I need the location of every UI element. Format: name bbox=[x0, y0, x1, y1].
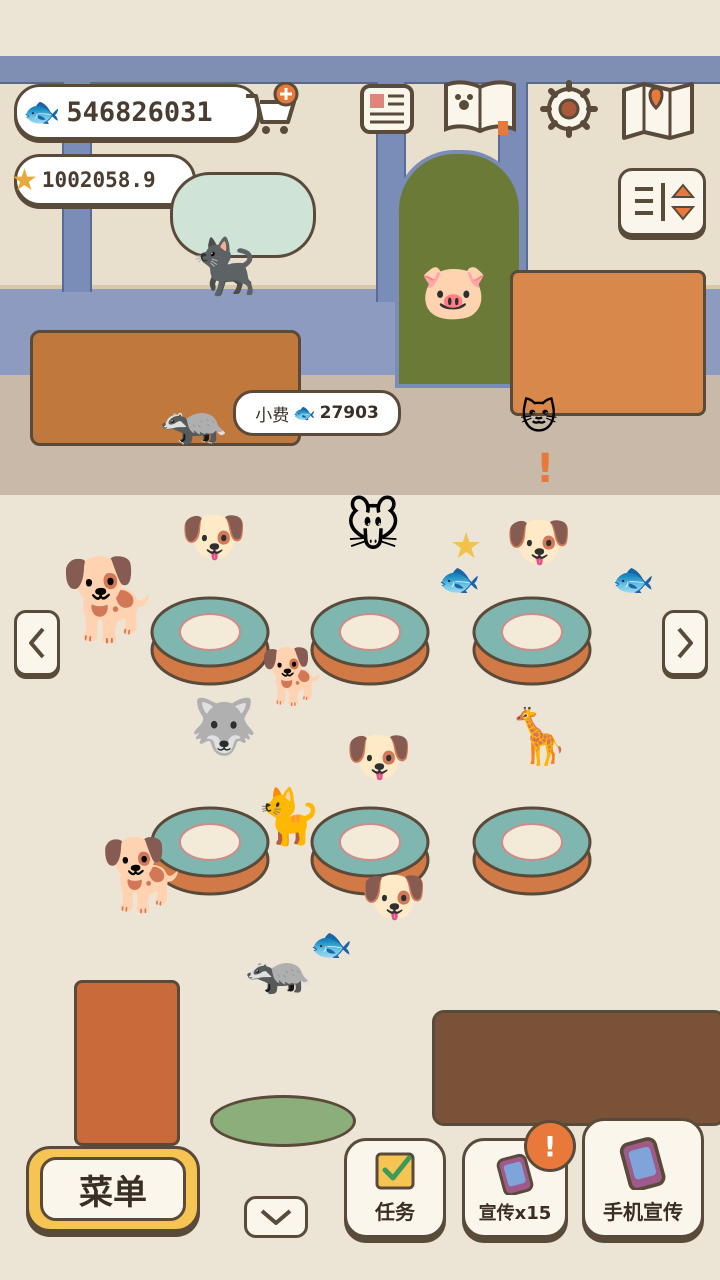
filter-toggle-button[interactable] bbox=[618, 168, 706, 236]
dining-table[interactable] bbox=[150, 590, 270, 690]
tip-bubble[interactable]: 小费 🐟 27903 bbox=[233, 390, 401, 436]
menu-button[interactable]: 菜单 bbox=[26, 1146, 200, 1232]
add-fish-button[interactable] bbox=[240, 82, 300, 138]
promo-label: 宣传x15 bbox=[478, 1203, 552, 1224]
badger-customer[interactable]: 🦡 bbox=[245, 940, 312, 994]
settings-gear-icon bbox=[540, 80, 598, 138]
star-icon: ★ bbox=[11, 162, 38, 198]
wolf-customer[interactable]: 🐺 bbox=[190, 700, 257, 754]
scroll-left-arrow[interactable] bbox=[14, 610, 60, 676]
filter-toggle-icon bbox=[635, 183, 696, 221]
newspaper-button[interactable] bbox=[358, 80, 416, 138]
map-button[interactable] bbox=[620, 78, 696, 142]
map-icon bbox=[622, 82, 694, 140]
phone-promo-button[interactable]: 手机宣传 bbox=[582, 1118, 704, 1238]
dog-customer[interactable]: 🐶 bbox=[505, 515, 572, 569]
newspaper-icon bbox=[360, 84, 414, 134]
phone-icon bbox=[619, 1137, 666, 1190]
cat-chef: 🐈‍⬛ bbox=[190, 235, 258, 298]
chevron-right-icon bbox=[677, 627, 693, 659]
dog-customer[interactable]: 🐕 bbox=[260, 650, 327, 704]
dog-customer[interactable]: 🐶 bbox=[360, 870, 427, 924]
cart-plus-icon bbox=[246, 82, 299, 134]
tip-label: 小费 bbox=[255, 405, 290, 426]
cat-toy: 🐱 bbox=[520, 397, 558, 438]
checklist-icon bbox=[375, 1152, 415, 1190]
fish-reward-icon[interactable]: 🐟 bbox=[310, 925, 352, 965]
display-cabinet bbox=[510, 270, 706, 416]
album-icon bbox=[444, 80, 516, 135]
star-reward-icon[interactable]: ★ bbox=[450, 526, 482, 567]
fish-reward-icon[interactable]: 🐟 bbox=[612, 560, 654, 600]
collapse-toggle[interactable] bbox=[244, 1196, 308, 1238]
fish-count: 546826031 bbox=[66, 96, 213, 128]
dog-customer[interactable]: 🐶 bbox=[180, 510, 247, 564]
fluffy-dog-customer[interactable]: 🐕 bbox=[60, 560, 160, 640]
star-count: 1002058.9 bbox=[41, 168, 156, 192]
customer-alert-mark: ! bbox=[536, 446, 555, 492]
mouse-customer[interactable]: 🐭 bbox=[345, 500, 401, 554]
dining-table[interactable] bbox=[472, 800, 592, 900]
badger-staff: 🦡 bbox=[160, 385, 228, 448]
dining-table[interactable] bbox=[472, 590, 592, 690]
chevron-down-icon bbox=[260, 1209, 292, 1225]
giraffe-customer[interactable]: 🦒 bbox=[505, 710, 572, 764]
dining-table[interactable] bbox=[310, 590, 430, 690]
star-currency-pill: ★ 1002058.9 bbox=[11, 154, 196, 206]
pig-waiter: 🐷 bbox=[420, 260, 488, 323]
leaf-rug bbox=[210, 1095, 356, 1147]
tip-amount: 27903 bbox=[319, 403, 379, 423]
task-label: 任务 bbox=[375, 1200, 415, 1224]
scroll-right-arrow[interactable] bbox=[662, 610, 708, 676]
task-button[interactable]: 任务 bbox=[344, 1138, 446, 1238]
alert-mark: ! bbox=[543, 1129, 557, 1163]
fish-icon: 🐟 bbox=[293, 402, 316, 424]
fish-currency-pill: 🐟 546826031 bbox=[14, 84, 260, 140]
settings-button[interactable] bbox=[540, 80, 598, 138]
cat-fairy-customer[interactable]: 🐈 bbox=[255, 790, 322, 844]
tea-stand bbox=[74, 980, 180, 1146]
menu-label: 菜单 bbox=[79, 1172, 147, 1213]
menu-button-inner: 菜单 bbox=[40, 1157, 186, 1221]
phone-promo-label: 手机宣传 bbox=[603, 1200, 683, 1224]
chevron-left-icon bbox=[29, 627, 45, 659]
album-button[interactable] bbox=[442, 78, 518, 136]
dog-customer[interactable]: 🐶 bbox=[345, 730, 412, 784]
fish-icon: 🐟 bbox=[23, 94, 61, 130]
shiba-customer[interactable]: 🐕 bbox=[100, 840, 187, 910]
tea-counter bbox=[432, 1010, 720, 1126]
promo-alert-badge: ! bbox=[524, 1120, 576, 1172]
